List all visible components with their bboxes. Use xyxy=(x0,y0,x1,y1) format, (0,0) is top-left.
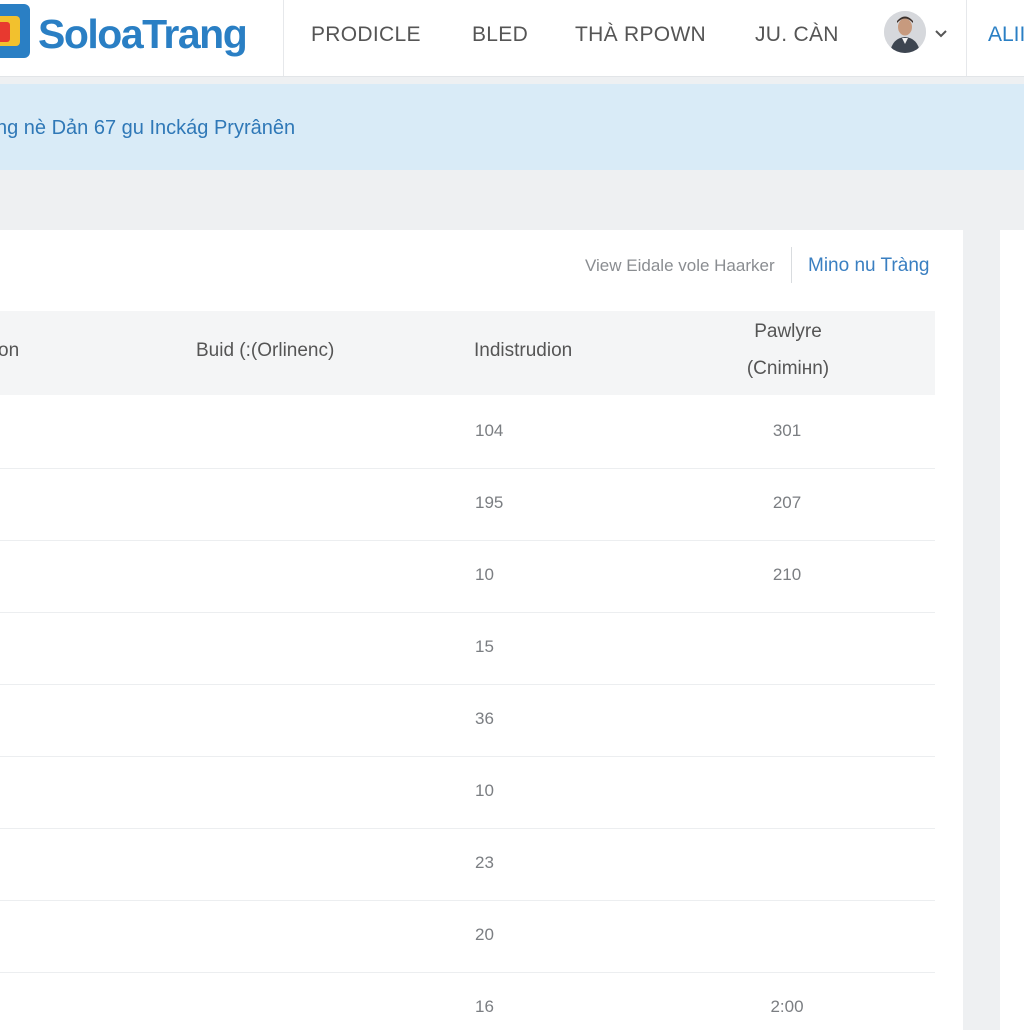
cell-indistrudion: 195 xyxy=(475,493,504,512)
column-header-pawlyre-unit: (Cnimінn) xyxy=(746,358,830,379)
column-header-build[interactable]: Buid (:(Orlinenc) xyxy=(196,340,334,362)
cell-indistrudion: 104 xyxy=(475,421,504,440)
info-banner: ng nè Dản 67 gu Inckág Pryrânên xyxy=(0,84,1024,170)
header-divider xyxy=(283,0,284,76)
cell-indistrudion: 10 xyxy=(475,565,494,584)
cell-pawlyre: 207 xyxy=(772,493,802,512)
table-row[interactable]: 16 2:00 xyxy=(0,972,935,1024)
nav-item-alii[interactable]: ALII xyxy=(988,22,1024,48)
avatar[interactable] xyxy=(884,11,926,53)
nav-item-tha-rpown[interactable]: THÀ RPOWN xyxy=(575,22,706,48)
brand-logo-icon[interactable] xyxy=(0,4,30,58)
nav-item-prodicle[interactable]: PRODICLE xyxy=(311,22,421,48)
column-header-indistrudion[interactable]: Indistrudion xyxy=(474,340,572,362)
side-panel xyxy=(1000,230,1024,1030)
column-header-pawlyre[interactable]: Pawlyre xyxy=(727,321,849,343)
cell-pawlyre: 210 xyxy=(772,565,802,584)
table-row[interactable]: 10 210 xyxy=(0,540,935,613)
table-row[interactable]: 10 xyxy=(0,756,935,829)
table-row[interactable]: 23 xyxy=(0,828,935,901)
cell-indistrudion: 23 xyxy=(475,853,494,872)
view-link[interactable]: View Eidale vole Haarker xyxy=(585,256,775,276)
toolbar-divider xyxy=(791,247,792,283)
table-row[interactable]: 195 207 xyxy=(0,468,935,541)
table-row[interactable]: 20 xyxy=(0,900,935,973)
cell-pawlyre: 2:00 xyxy=(770,997,804,1016)
nav-item-bled[interactable]: BLED xyxy=(472,22,528,48)
banner-message: ng nè Dản 67 gu Inckág Pryrânên xyxy=(0,117,296,139)
cell-indistrudion: 10 xyxy=(475,781,494,800)
cell-indistrudion: 36 xyxy=(475,709,494,728)
cell-indistrudion: 20 xyxy=(475,925,494,944)
table-row[interactable]: 15 xyxy=(0,612,935,685)
nav-item-ju-can[interactable]: JU. CÀN xyxy=(755,22,839,48)
table-row[interactable]: 104 301 xyxy=(0,396,935,469)
top-header: SoloaTrang PRODICLE BLED THÀ RPOWN JU. C… xyxy=(0,0,1024,77)
table-row[interactable]: 36 xyxy=(0,684,935,757)
brand-name[interactable]: SoloaTrang xyxy=(38,8,248,60)
header-divider xyxy=(966,0,967,76)
action-link[interactable]: Mino nu Tràng xyxy=(808,255,929,277)
table-header: on Buid (:(Orlinenc) Indistrudion Pawlyr… xyxy=(0,311,935,395)
chevron-down-icon[interactable] xyxy=(933,28,949,40)
column-header-name[interactable]: on xyxy=(0,340,19,362)
user-avatar-icon xyxy=(884,11,926,53)
cell-pawlyre: 301 xyxy=(772,421,802,440)
cell-indistrudion: 15 xyxy=(475,637,494,656)
cell-indistrudion: 16 xyxy=(475,997,494,1016)
